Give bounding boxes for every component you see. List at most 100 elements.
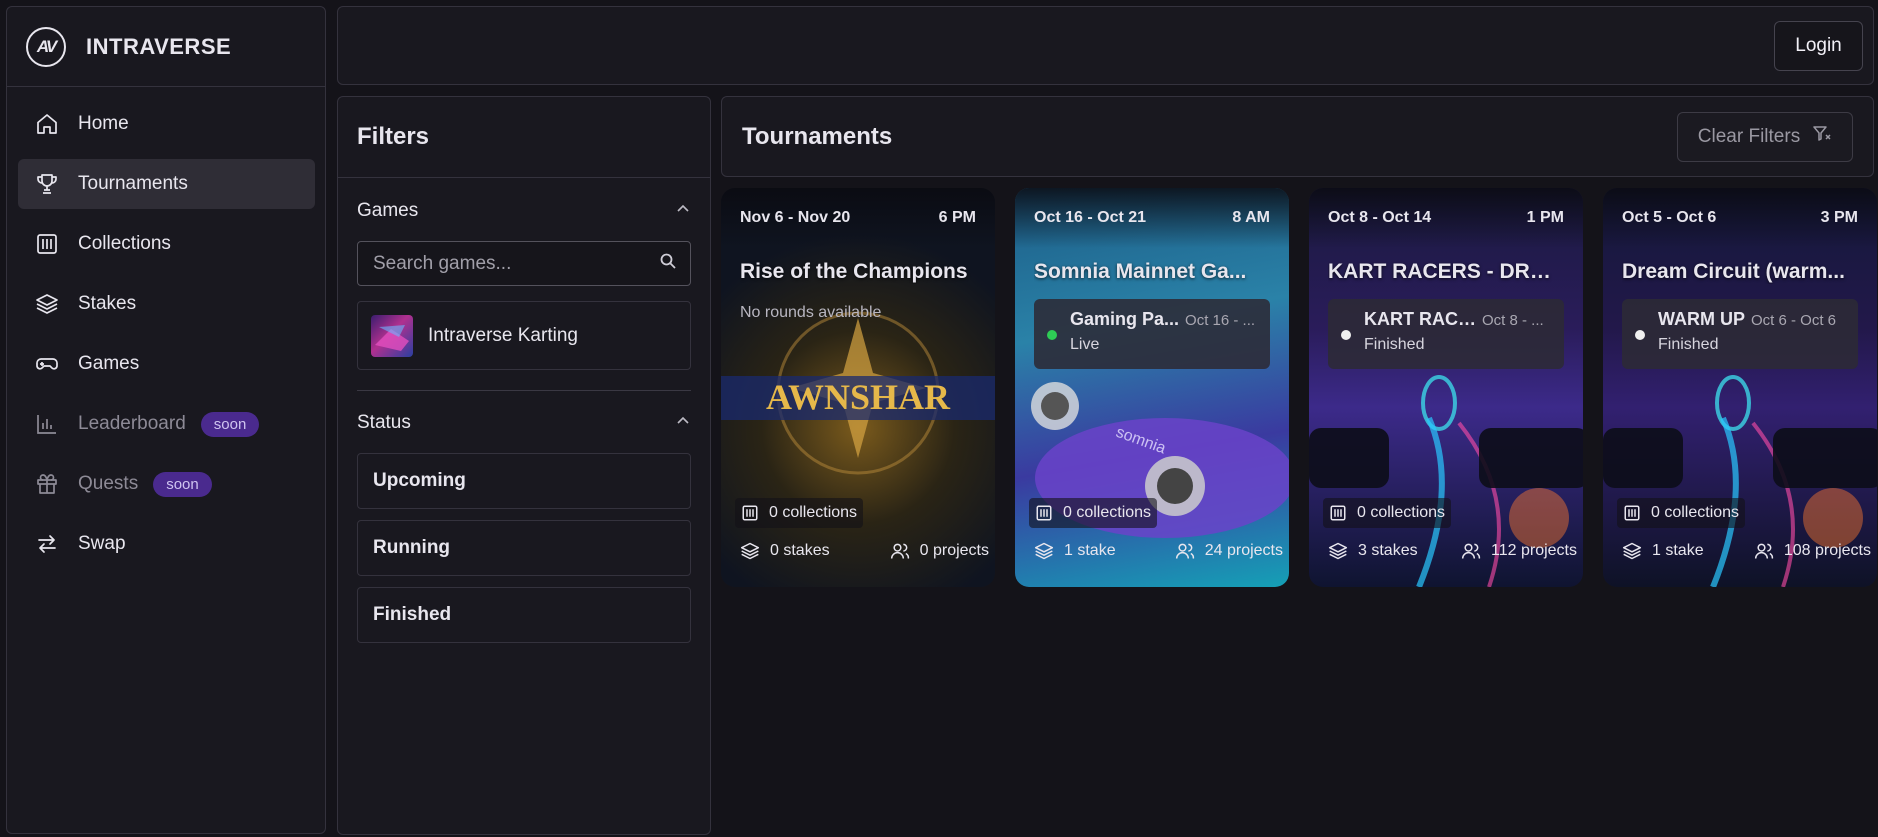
tournament-card[interactable]: Oct 5 - Oct 6 3 PM Dream Circuit (warm..… bbox=[1603, 188, 1877, 587]
card-dates: Oct 5 - Oct 6 bbox=[1622, 209, 1717, 226]
stakes-label: 1 stake bbox=[1652, 542, 1704, 559]
sidebar-item-label: Home bbox=[78, 113, 129, 134]
status-finished-button[interactable]: Finished bbox=[357, 587, 691, 643]
card-dates: Oct 16 - Oct 21 bbox=[1034, 209, 1147, 226]
projects-label: 0 projects bbox=[919, 542, 989, 559]
stakes-count: 1 stake bbox=[1622, 541, 1704, 561]
no-rounds-text: No rounds available bbox=[740, 304, 882, 321]
projects-count: 0 projects bbox=[890, 541, 989, 561]
clear-filters-label: Clear Filters bbox=[1697, 125, 1801, 147]
sidebar-item-quests[interactable]: Quests soon bbox=[18, 459, 315, 509]
stakes-count: 0 stakes bbox=[740, 541, 830, 561]
sidebar-item-games[interactable]: Games bbox=[18, 339, 315, 389]
round-status: Finished bbox=[1364, 336, 1425, 353]
game-filter-item[interactable]: Intraverse Karting bbox=[357, 301, 691, 370]
collections-label: 0 collections bbox=[1063, 504, 1152, 521]
users-icon bbox=[1754, 541, 1774, 561]
round-item[interactable]: WARM UP Oct 6 - Oct 6 Finished bbox=[1622, 299, 1858, 369]
card-time: 1 PM bbox=[1526, 209, 1564, 226]
layers-icon bbox=[1034, 541, 1054, 561]
card-title: Dream Circuit (warm... bbox=[1622, 260, 1845, 283]
projects-label: 108 projects bbox=[1783, 542, 1871, 559]
game-filter-label: Intraverse Karting bbox=[428, 324, 578, 346]
sidebar-item-label: Leaderboard bbox=[78, 413, 186, 434]
filters-title: Filters bbox=[338, 97, 710, 178]
games-filter-header[interactable]: Games bbox=[338, 181, 710, 241]
tournament-card[interactable]: AWNSHAR Nov 6 - Nov 20 6 PM Rise of the … bbox=[721, 188, 995, 587]
projects-count: 108 projects bbox=[1754, 541, 1871, 561]
tournament-card[interactable]: somnia Oct 16 - Oct 21 8 AM Somnia Mainn… bbox=[1015, 188, 1289, 587]
round-date: Oct 6 - Oct 6 bbox=[1751, 312, 1837, 329]
soon-badge: soon bbox=[153, 471, 212, 497]
card-header: Nov 6 - Nov 20 6 PM bbox=[721, 188, 995, 248]
live-status-dot bbox=[1047, 330, 1057, 340]
stakes-label: 3 stakes bbox=[1358, 542, 1418, 559]
clear-filters-button[interactable]: Clear Filters bbox=[1677, 111, 1853, 162]
sidebar-item-home[interactable]: Home bbox=[18, 99, 315, 149]
status-filter-header[interactable]: Status bbox=[338, 393, 710, 453]
round-status: Finished bbox=[1658, 336, 1719, 353]
collections-icon bbox=[741, 504, 759, 522]
filters-panel: Filters Games Intraverse Karting Status … bbox=[337, 96, 711, 835]
trophy-icon bbox=[33, 170, 61, 198]
round-date: Oct 16 - ... bbox=[1185, 312, 1256, 329]
status-upcoming-button[interactable]: Upcoming bbox=[357, 453, 691, 509]
card-footer: 3 stakes 112 projects bbox=[1328, 531, 1577, 571]
stakes-label: 1 stake bbox=[1064, 542, 1116, 559]
round-status: Live bbox=[1070, 336, 1100, 353]
brand[interactable]: AV INTRAVERSE bbox=[7, 7, 325, 87]
soon-badge: soon bbox=[200, 411, 260, 437]
brand-name: INTRAVERSE bbox=[86, 33, 232, 59]
collections-count: 0 collections bbox=[1617, 498, 1746, 528]
collections-label: 0 collections bbox=[769, 504, 858, 521]
collections-icon bbox=[1329, 504, 1347, 522]
sidebar-nav: Home Tournaments Collections Stakes Game… bbox=[7, 87, 325, 569]
layers-icon bbox=[740, 541, 760, 561]
card-time: 6 PM bbox=[938, 209, 976, 226]
games-filter-label: Games bbox=[357, 200, 419, 221]
card-header: Oct 16 - Oct 21 8 AM bbox=[1015, 188, 1289, 248]
search-input[interactable] bbox=[373, 252, 653, 275]
card-footer: 1 stake 108 projects bbox=[1622, 531, 1871, 571]
collections-count: 0 collections bbox=[735, 498, 864, 528]
sidebar-item-leaderboard[interactable]: Leaderboard soon bbox=[18, 399, 315, 449]
bar-chart-icon bbox=[33, 410, 61, 438]
round-item[interactable]: Gaming Pa... Oct 16 - ... Live bbox=[1034, 299, 1270, 369]
collections-label: 0 collections bbox=[1651, 504, 1740, 521]
sidebar-item-label: Collections bbox=[78, 233, 171, 254]
sidebar-item-swap[interactable]: Swap bbox=[18, 519, 315, 569]
sidebar-item-collections[interactable]: Collections bbox=[18, 219, 315, 269]
finished-status-dot bbox=[1341, 330, 1351, 340]
finished-status-dot bbox=[1635, 330, 1645, 340]
swap-icon bbox=[33, 530, 61, 558]
tournament-card[interactable]: Oct 8 - Oct 14 1 PM KART RACERS - DREA..… bbox=[1309, 188, 1583, 587]
game-search bbox=[357, 241, 691, 286]
layers-icon bbox=[1622, 541, 1642, 561]
gift-icon bbox=[33, 470, 61, 498]
sidebar-item-label: Quests bbox=[78, 473, 139, 494]
card-time: 8 AM bbox=[1232, 209, 1270, 226]
collections-icon bbox=[33, 230, 61, 258]
login-button[interactable]: Login bbox=[1774, 21, 1863, 71]
status-running-button[interactable]: Running bbox=[357, 520, 691, 576]
sidebar-item-label: Stakes bbox=[78, 293, 137, 314]
users-icon bbox=[1175, 541, 1195, 561]
card-title: Somnia Mainnet Ga... bbox=[1034, 260, 1247, 283]
projects-label: 112 projects bbox=[1491, 542, 1577, 559]
round-date: Oct 8 - ... bbox=[1482, 312, 1544, 329]
round-item[interactable]: KART RACER... Oct 8 - ... Finished bbox=[1328, 299, 1564, 369]
sidebar-item-tournaments[interactable]: Tournaments bbox=[18, 159, 315, 209]
sidebar-item-stakes[interactable]: Stakes bbox=[18, 279, 315, 329]
layers-icon bbox=[33, 290, 61, 318]
layers-icon bbox=[1328, 541, 1348, 561]
sidebar-item-label: Tournaments bbox=[78, 173, 188, 194]
sidebar-item-label: Swap bbox=[78, 533, 126, 554]
projects-label: 24 projects bbox=[1204, 542, 1283, 559]
search-icon[interactable] bbox=[659, 252, 677, 275]
collections-icon bbox=[1623, 504, 1641, 522]
tournaments-header: Tournaments Clear Filters bbox=[721, 96, 1874, 177]
home-icon bbox=[33, 110, 61, 138]
gamepad-icon bbox=[33, 350, 61, 378]
stakes-count: 1 stake bbox=[1034, 541, 1116, 561]
card-dates: Oct 8 - Oct 14 bbox=[1328, 209, 1432, 226]
